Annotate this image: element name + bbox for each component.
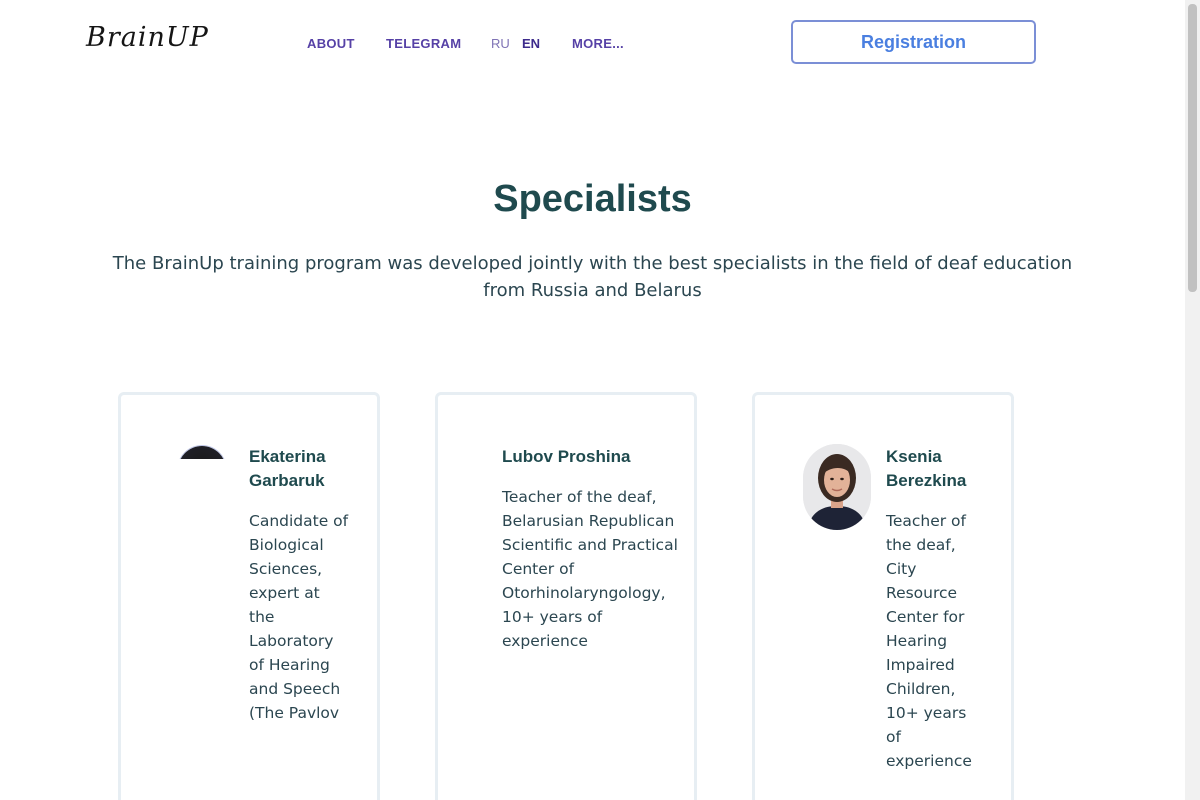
nav-telegram-link[interactable]: TELEGRAM bbox=[386, 36, 461, 52]
specialist-card: Ekaterina Garbaruk Candidate of Biologic… bbox=[118, 392, 380, 800]
specialist-avatar bbox=[803, 444, 871, 530]
specialist-card: Ksenia Berezkina Teacher of the deaf, Ci… bbox=[752, 392, 1014, 800]
scrollbar-thumb[interactable] bbox=[1188, 4, 1197, 292]
brainup-logo[interactable]: BrainUP bbox=[86, 24, 209, 51]
registration-button[interactable]: Registration bbox=[791, 20, 1036, 64]
specialist-description: Teacher of the deaf, City Resource Cente… bbox=[886, 512, 972, 770]
nav-about-link[interactable]: ABOUT bbox=[307, 36, 355, 52]
language-ru-option[interactable]: RU bbox=[491, 36, 510, 52]
specialist-description: Candidate of Biological Sciences, expert… bbox=[249, 512, 349, 722]
nav-more-link[interactable]: MORE... bbox=[572, 36, 624, 52]
section-subtitle: The BrainUp training program was develop… bbox=[112, 253, 1073, 301]
specialist-avatar bbox=[177, 445, 227, 459]
section-title: Specialists bbox=[493, 178, 692, 220]
page-scrollbar[interactable] bbox=[1185, 0, 1200, 800]
language-en-option[interactable]: EN bbox=[522, 36, 540, 52]
specialist-description: Teacher of the deaf, Belarusian Republic… bbox=[502, 488, 678, 650]
site-header: BrainUP ABOUT TELEGRAM RU EN MORE... Reg… bbox=[0, 0, 1185, 88]
specialist-name: Ekaterina Garbaruk bbox=[249, 447, 326, 490]
specialist-name: Ksenia Berezkina bbox=[886, 447, 967, 490]
portrait-photo-icon bbox=[803, 444, 871, 530]
page: BrainUP ABOUT TELEGRAM RU EN MORE... Reg… bbox=[0, 0, 1200, 800]
specialist-name: Lubov Proshina bbox=[502, 447, 631, 466]
specialist-card: Lubov Proshina Teacher of the deaf, Bela… bbox=[435, 392, 697, 800]
